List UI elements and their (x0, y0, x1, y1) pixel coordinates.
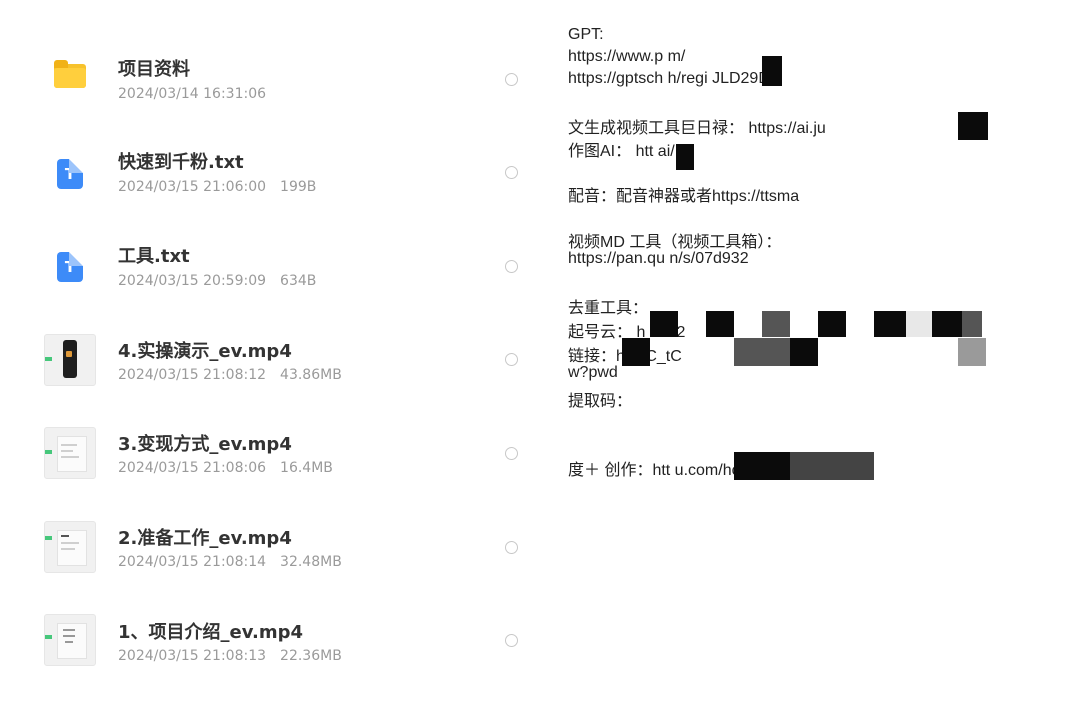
file-row-txt[interactable]: T 快速到千粉.txt 2024/03/15 21:06:00 199B (0, 127, 540, 220)
text-line: 配音：配音神器或者https://ttsma (568, 188, 800, 205)
select-radio[interactable] (505, 73, 518, 86)
redaction-block (790, 338, 818, 366)
file-date: 2024/03/15 21:08:13 (118, 648, 267, 664)
redaction-block (734, 338, 790, 366)
file-name: 4.实操演示_ev.mp4 (118, 341, 292, 362)
redaction-block (874, 311, 906, 337)
redaction-block (790, 452, 874, 480)
select-radio[interactable] (505, 541, 518, 554)
select-radio[interactable] (505, 260, 518, 273)
file-size: 199B (280, 179, 317, 195)
text-line: 提取码： (568, 393, 633, 410)
file-date: 2024/03/15 20:59:09 (118, 273, 267, 289)
redaction-block (932, 311, 962, 337)
file-size: 22.36MB (280, 648, 342, 664)
text-line: GPT: (568, 26, 604, 43)
select-radio[interactable] (505, 634, 518, 647)
file-row-txt[interactable]: T 工具.txt 2024/03/15 20:59:09 634B (0, 220, 540, 313)
file-date: 2024/03/15 21:08:06 (118, 460, 267, 476)
file-list: 项目资料 2024/03/14 16:31:06 T 快速到千粉.txt 202… (0, 0, 540, 720)
file-date: 2024/03/15 21:06:00 (118, 179, 267, 195)
redaction-block (762, 56, 782, 86)
video-thumbnail-icon (44, 427, 96, 479)
file-meta: 2024/03/15 21:08:13 22.36MB (118, 648, 342, 664)
file-size: 43.86MB (280, 367, 342, 383)
text-line: 作图AI： htt ai/ (568, 143, 675, 160)
redaction-block (958, 338, 986, 366)
text-line: https://gptsch h/regi JLD29DS (568, 70, 781, 87)
redaction-block (962, 311, 982, 337)
text-file-icon: T (44, 240, 96, 292)
folder-icon (44, 50, 96, 102)
text-line: 去重工具： (568, 300, 649, 317)
file-row-video[interactable]: 2.准备工作_ev.mp4 2024/03/15 21:08:14 32.48MB (0, 499, 540, 592)
file-meta: 2024/03/15 20:59:09 634B (118, 273, 316, 289)
redaction-block (958, 112, 988, 140)
file-row-video[interactable]: 1、项目介绍_ev.mp4 2024/03/15 21:08:13 22.36MB (0, 592, 540, 685)
file-meta: 2024/03/15 21:08:06 16.4MB (118, 460, 333, 476)
file-row-video[interactable]: 3.变现方式_ev.mp4 2024/03/15 21:08:06 16.4MB (0, 406, 540, 499)
redaction-block (650, 311, 678, 337)
text-line: 文生成视频工具巨日禄： https://ai.ju (568, 120, 826, 137)
text-line: 视频MD 工具（视频工具箱）： (568, 234, 782, 251)
video-thumbnail-icon (44, 334, 96, 386)
video-thumbnail-icon (44, 614, 96, 666)
file-size: 16.4MB (280, 460, 333, 476)
file-row-video[interactable]: 4.实操演示_ev.mp4 2024/03/15 21:08:12 43.86MB (0, 313, 540, 406)
redaction-block (906, 311, 932, 337)
redaction-block (706, 311, 734, 337)
file-meta: 2024/03/15 21:08:14 32.48MB (118, 554, 342, 570)
text-line: https://pan.qu n/s/07d932 (568, 250, 749, 267)
file-date: 2024/03/14 16:31:06 (118, 86, 267, 102)
redaction-block (676, 144, 694, 170)
file-row-folder[interactable]: 项目资料 2024/03/14 16:31:06 (0, 34, 540, 127)
select-radio[interactable] (505, 353, 518, 366)
select-radio[interactable] (505, 166, 518, 179)
file-size: 634B (280, 273, 317, 289)
file-meta: 2024/03/15 21:06:00 199B (118, 179, 316, 195)
video-thumbnail-icon (44, 521, 96, 573)
file-name: 快速到千粉.txt (118, 152, 244, 173)
text-file-icon: T (44, 147, 96, 199)
file-name: 3.变现方式_ev.mp4 (118, 434, 292, 455)
text-line: https://www.p m/ (568, 48, 686, 65)
text-preview: GPT: https://www.p m/ https://gptsch h/r… (540, 0, 1080, 720)
file-name: 2.准备工作_ev.mp4 (118, 528, 292, 549)
redaction-block (818, 311, 846, 337)
file-name: 项目资料 (118, 59, 190, 80)
file-date: 2024/03/15 21:08:14 (118, 554, 267, 570)
redaction-block (622, 338, 650, 366)
text-line: w?pwd (568, 364, 618, 381)
redaction-block (734, 452, 790, 480)
file-meta: 2024/03/14 16:31:06 (118, 86, 266, 102)
file-name: 工具.txt (118, 246, 190, 267)
file-date: 2024/03/15 21:08:12 (118, 367, 267, 383)
file-name: 1、项目介绍_ev.mp4 (118, 622, 304, 643)
select-radio[interactable] (505, 447, 518, 460)
file-size: 32.48MB (280, 554, 342, 570)
file-meta: 2024/03/15 21:08:12 43.86MB (118, 367, 342, 383)
redaction-block (762, 311, 790, 337)
